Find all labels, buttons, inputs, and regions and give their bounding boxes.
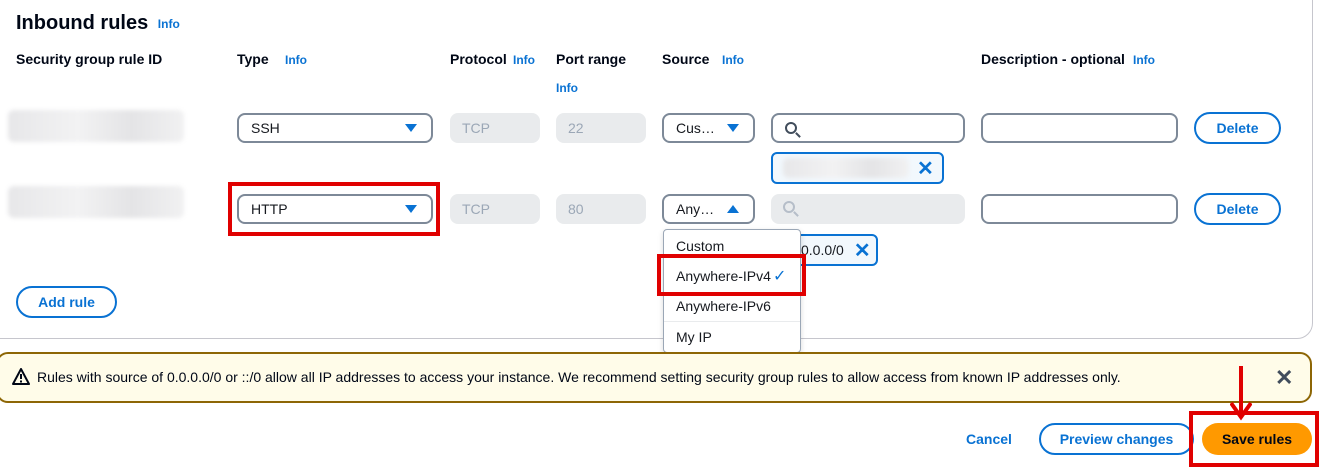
source-select-value: Any…: [676, 201, 715, 217]
section-title: Inbound rules Info: [16, 12, 180, 35]
protocol-field: TCP: [450, 194, 540, 224]
save-rules-button[interactable]: Save rules: [1202, 423, 1312, 455]
dropdown-option-my-ip[interactable]: My IP: [664, 321, 800, 351]
caret-up-icon: [727, 205, 739, 213]
col-rule-id: Security group rule ID: [16, 51, 163, 67]
description-input[interactable]: [981, 113, 1178, 143]
rule-id-redacted: [8, 186, 184, 218]
cidr-token-value: 0.0.0/0: [801, 242, 844, 258]
search-icon: [783, 201, 795, 213]
col-protocol: Protocol: [450, 51, 507, 67]
cancel-button[interactable]: Cancel: [966, 431, 1012, 447]
source-select-value: Cus…: [676, 120, 715, 136]
caret-down-icon: [405, 124, 417, 132]
type-info-link[interactable]: Info: [285, 53, 307, 67]
caret-down-icon: [727, 124, 739, 132]
section-title-text: Inbound rules: [16, 12, 149, 34]
type-select-value: HTTP: [251, 201, 288, 217]
add-rule-button[interactable]: Add rule: [16, 286, 117, 318]
delete-button[interactable]: Delete: [1194, 112, 1281, 144]
port-range-info-link[interactable]: Info: [556, 81, 578, 95]
protocol-field: TCP: [450, 113, 540, 143]
source-select-custom[interactable]: Cus…: [662, 113, 755, 143]
section-info-link[interactable]: Info: [158, 17, 180, 31]
description-input[interactable]: [981, 194, 1178, 224]
cidr-token: ✕: [771, 152, 944, 184]
caret-down-icon: [405, 205, 417, 213]
type-select-ssh[interactable]: SSH: [237, 113, 433, 143]
cidr-token-redacted: [783, 158, 909, 178]
source-select-anywhere[interactable]: Any…: [662, 194, 755, 224]
rule-id-redacted: [8, 110, 184, 142]
delete-button[interactable]: Delete: [1194, 193, 1281, 225]
warning-text: Rules with source of 0.0.0.0/0 or ::/0 a…: [37, 369, 1121, 385]
col-description: Description - optional: [981, 51, 1125, 67]
type-select-value: SSH: [251, 120, 280, 136]
dismiss-warning-icon[interactable]: ✕: [1275, 365, 1293, 391]
col-source: Source: [662, 51, 710, 67]
remove-token-icon[interactable]: ✕: [917, 156, 934, 181]
col-port-range: Port range: [556, 51, 627, 67]
cidr-search-input-disabled: [771, 194, 965, 224]
port-range-field: 22: [556, 113, 646, 143]
preview-changes-button[interactable]: Preview changes: [1039, 423, 1194, 455]
protocol-info-link[interactable]: Info: [513, 53, 535, 67]
source-info-link[interactable]: Info: [722, 53, 744, 67]
port-range-field: 80: [556, 194, 646, 224]
col-type: Type: [237, 51, 269, 67]
ipv4-highlight-box: [657, 254, 806, 296]
type-select-http[interactable]: HTTP: [237, 194, 433, 224]
description-info-link[interactable]: Info: [1133, 53, 1155, 67]
search-icon: [785, 122, 797, 134]
cidr-search-input[interactable]: [771, 113, 965, 143]
remove-token-icon[interactable]: ✕: [854, 238, 871, 263]
warning-icon: [12, 368, 30, 385]
